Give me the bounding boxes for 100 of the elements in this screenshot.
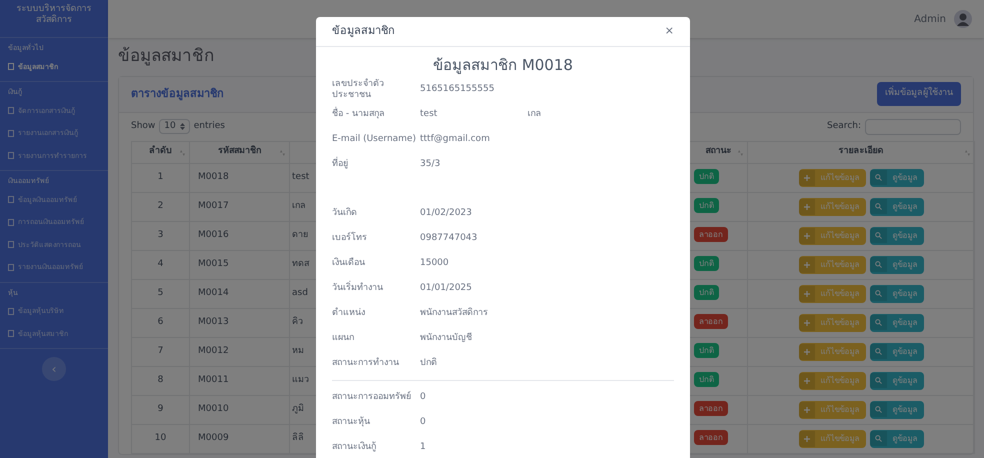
field-value: 0 (420, 392, 426, 403)
field-label: เงินเดือน (332, 258, 366, 269)
table-cell: 9 (158, 404, 164, 414)
edit-button[interactable]: แก้ไขข้อมูล (798, 430, 866, 448)
edit-button[interactable]: แก้ไขข้อมูล (798, 372, 866, 390)
close-button[interactable]: × (664, 23, 674, 40)
edit-button[interactable]: แก้ไขข้อมูล (798, 226, 866, 244)
status-badge: ลาออก (694, 400, 728, 416)
field-label: วันเกิด (332, 208, 358, 219)
table-cell: M0011 (198, 374, 229, 385)
view-button[interactable]: ดูข้อมูล (870, 314, 924, 332)
edit-button[interactable]: แก้ไขข้อมูล (798, 342, 866, 360)
card-title: ตารางข้อมูลสมาชิก (131, 86, 224, 102)
sort-icon (738, 150, 743, 156)
status-badge: ปกติ (694, 284, 719, 300)
field-label: สถานะการออมทรัพย์ (332, 392, 412, 403)
edit-button[interactable]: แก้ไขข้อมูล (798, 168, 866, 186)
table-cell: 10 (154, 432, 166, 443)
table-cell: M0013 (198, 316, 229, 327)
table-cell: หม (292, 346, 304, 356)
address-field[interactable]: 35/3 (420, 159, 674, 199)
field-label: เลขประจำตัวประชาชน (332, 78, 385, 100)
page-icon (8, 63, 14, 70)
search-label: Search: (827, 120, 861, 133)
field-label: แผนก (332, 333, 355, 344)
page-icon (8, 308, 14, 315)
show-label: Show (131, 120, 156, 133)
page-icon (8, 107, 14, 114)
page-icon (8, 152, 14, 160)
entries-label: entries (194, 120, 225, 133)
table-cell: ภูมิ (292, 404, 304, 414)
field-value: 5165165155555 (420, 84, 494, 95)
status-badge: ปกติ (694, 256, 719, 271)
table-cell: 8 (158, 374, 164, 385)
dialog-title: ข้อมูลสมาชิก (332, 23, 395, 40)
view-button[interactable]: ดูข้อมูล (870, 256, 924, 274)
avatar-icon[interactable] (954, 10, 972, 28)
page-icon (8, 241, 14, 248)
edit-button[interactable]: แก้ไขข้อมูล (798, 400, 866, 418)
user-name[interactable]: Admin (914, 12, 946, 26)
view-button[interactable]: ดูข้อมูล (870, 168, 924, 186)
add-user-button[interactable]: เพิ่มข้อมูลผู้ใช้งาน (877, 82, 961, 106)
view-button[interactable]: ดูข้อมูล (870, 430, 924, 448)
table-cell: M0018 (198, 172, 229, 182)
plus-icon (804, 262, 810, 268)
table-cell: M0016 (198, 230, 229, 240)
view-button[interactable]: ดูข้อมูล (870, 284, 924, 302)
table-cell: ดาย (292, 230, 308, 240)
edit-button[interactable]: แก้ไขข้อมูล (798, 256, 866, 274)
status-badge: ลาออก (694, 314, 728, 329)
table-cell: M0010 (198, 404, 229, 414)
field-label: ที่อยู่ (332, 159, 420, 170)
table-cell: test (292, 172, 310, 182)
column-header[interactable]: ลำดับ (149, 146, 172, 156)
page-icon (8, 330, 14, 338)
table-cell: คิว (292, 316, 303, 327)
plus-icon (804, 436, 810, 442)
table-cell: 2 (158, 200, 164, 211)
plus-icon (804, 378, 810, 384)
page-size-select[interactable]: 10 (159, 118, 190, 134)
field-value: 0987747043 (420, 233, 478, 244)
search-icon (874, 348, 882, 355)
status-badge: ปกติ (694, 168, 719, 184)
field-value: พนักงานบัญชี (420, 333, 472, 344)
search-icon (874, 435, 882, 442)
plus-icon (804, 320, 810, 326)
table-cell: ทดส (292, 258, 309, 269)
search-icon (874, 290, 882, 297)
table-cell: 1 (158, 172, 164, 182)
status-badge: ลาออก (694, 226, 728, 242)
sort-icon (965, 150, 970, 156)
plus-icon (804, 406, 810, 412)
field-label: สถานะการทำงาน (332, 358, 400, 369)
view-button[interactable]: ดูข้อมูล (870, 226, 924, 244)
sort-icon (280, 150, 285, 156)
plus-icon (804, 174, 810, 180)
view-button[interactable]: ดูข้อมูล (870, 342, 924, 360)
search-icon (874, 232, 882, 239)
field-label: ตำแหน่ง (332, 308, 366, 319)
edit-button[interactable]: แก้ไขข้อมูล (798, 198, 866, 216)
view-button[interactable]: ดูข้อมูล (870, 372, 924, 390)
field-value: test (420, 109, 438, 120)
status-badge: ปกติ (694, 198, 719, 213)
page-icon (8, 130, 14, 137)
sort-icon (180, 150, 185, 156)
status-badge: ลาออก (694, 430, 728, 445)
view-button[interactable]: ดูข้อมูล (870, 400, 924, 418)
column-header[interactable]: รายละเอียด (838, 146, 884, 156)
view-button[interactable]: ดูข้อมูล (870, 198, 924, 216)
table-cell: M0017 (198, 200, 229, 211)
table-cell: เกล (292, 200, 306, 211)
edit-button[interactable]: แก้ไขข้อมูล (798, 314, 866, 332)
edit-button[interactable]: แก้ไขข้อมูล (798, 284, 866, 302)
caret-icon (180, 123, 185, 130)
field-label: ชื่อ - นามสกุล (332, 109, 420, 120)
table-cell: แมว (292, 374, 309, 385)
field-label: วันเริ่มทำงาน (332, 283, 420, 294)
field-value: พนักงานสวัสดิการ (420, 308, 488, 319)
field-value: tttf@gmail.com (420, 134, 490, 145)
table-cell: 6 (158, 316, 164, 327)
